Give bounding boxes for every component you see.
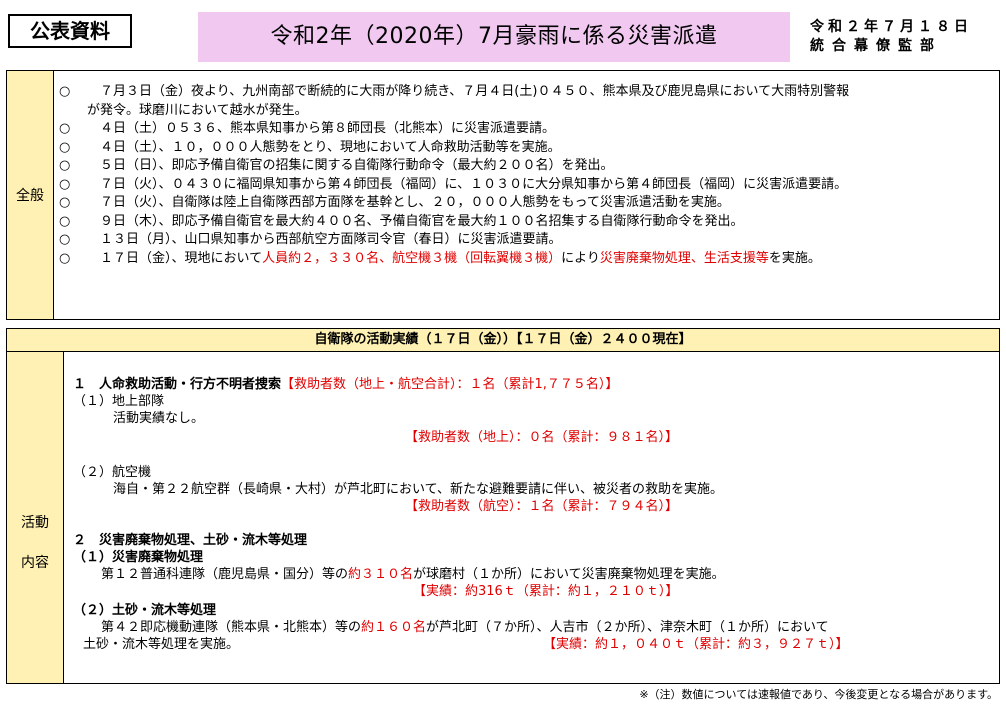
item-text: ４日（土）０５３６、熊本県知事から第８師団長（北熊本）に災害派遣要請。 — [87, 121, 556, 136]
sediment-removal-personnel: 約１６０名 — [361, 620, 427, 635]
waste-disposal-personnel: 約３１０名 — [348, 567, 414, 582]
circle-bullet-icon: ○ — [59, 195, 71, 210]
activity-section: 自衛隊の活動実績（１７日（金））【１７日（金）２４００現在】 活動 内容 １ 人… — [6, 328, 1000, 684]
ground-units-text: 活動実績なし。 — [113, 411, 205, 426]
rescue-section-heading: １ 人命救助活動・行方不明者捜索【救助者数（地上・航空合計）：１名（累計1,７７… — [73, 376, 618, 393]
circle-bullet-icon: ○ — [59, 158, 71, 173]
general-list-item: ○ １３日（月）、山口県知事から西部航空方面隊司令官（春日）に災害派遣要請。 — [59, 231, 989, 250]
general-list-item: ○ ９日（木）、即応予備自衛官を最大約４００名、予備自衛官を最大約１００名招集す… — [59, 213, 989, 232]
waste-disposal-result: 【実績：約316ｔ（累計：約１，２１０ｔ）】 — [413, 584, 679, 599]
ground-rescue-count: 【救助者数（地上）：０名（累計：９８１名）】 — [405, 430, 679, 445]
general-list-item: ○ ７日（火）、自衛隊は陸上自衛隊西部方面隊を基幹とし、２０，０００人態勢をもっ… — [59, 194, 989, 213]
waste-disposal-text-a: 第１２普通科連隊（鹿児島県・国分）等の — [101, 567, 349, 582]
item-text: ７日（火）、０４３０に福岡県知事から第４師団長（福岡）に、１０３０に大分県知事か… — [87, 176, 848, 192]
public-document-tag: 公表資料 — [8, 14, 132, 48]
sediment-removal-result: 【実績：約１，０４０ｔ（累計：約３，９２７ｔ）】 — [543, 637, 849, 652]
item-text: ７日（火）、自衛隊は陸上自衛隊西部方面隊を基幹とし、２０，０００人態勢をもって災… — [87, 195, 730, 210]
sediment-removal-text-a: 第４２即応機動連隊（熊本県・北熊本）等の — [101, 620, 362, 635]
item-text: ４日（土）、１０，０００人態勢をとり、現地において人命救助活動等を実施。 — [87, 139, 561, 155]
highlighted-text: 災害廃棄物処理、生活支援等 — [599, 250, 769, 266]
footnote: ※（注）数値については速報値であり、今後変更となる場合があります。 — [639, 688, 998, 701]
item-text: を実施。 — [768, 250, 821, 266]
waste-disposal-text-b: が球磨村（１か所）において災害廃棄物処理を実施。 — [413, 567, 725, 582]
rescue-total-count: 【救助者数（地上・航空合計）：１名（累計1,７７５名）】 — [281, 377, 619, 392]
activity-content: １ 人命救助活動・行方不明者捜索【救助者数（地上・航空合計）：１名（累計1,７７… — [67, 352, 997, 682]
item-text-continued: が発令。球磨川において越水が発生。 — [87, 102, 308, 118]
general-section: 全般 ○ ７月３日（金）夜より、九州南部で断続的に大雨が降り続き、７月４日(土)… — [6, 70, 1000, 320]
document-date: 令和２年７月１８日 — [810, 19, 972, 35]
general-label: 全般 — [7, 71, 54, 319]
sediment-removal-label: （２）土砂・流木等処理 — [73, 603, 217, 618]
highlighted-text: 人員約２，３３０名、航空機３機（回転翼機３機） — [262, 250, 562, 266]
item-text: ５日（日）、即応予備自衛官の招集に関する自衛隊行動命令（最大約２００名）を発出。 — [87, 158, 614, 173]
activity-side-label-bottom: 内容 — [21, 555, 49, 571]
rescue-section-title: １ 人命救助活動・行方不明者捜索 — [73, 377, 282, 392]
circle-bullet-icon: ○ — [59, 213, 71, 229]
activity-header: 自衛隊の活動実績（１７日（金））【１７日（金）２４００現在】 — [7, 329, 999, 352]
circle-bullet-icon: ○ — [59, 232, 71, 247]
sediment-removal-text-continued: 土砂・流木等処理を実施。 — [83, 637, 240, 652]
general-list-item: ○ １７日（金）、現地において人員約２，３３０名、航空機３機（回転翼機３機）によ… — [59, 250, 989, 269]
general-list-item: ○ ７月３日（金）夜より、九州南部で断続的に大雨が降り続き、７月４日(土)０４５… — [59, 83, 989, 120]
circle-bullet-icon: ○ — [59, 139, 71, 155]
item-text: １３日（月）、山口県知事から西部航空方面隊司令官（春日）に災害派遣要請。 — [87, 232, 562, 247]
general-list: ○ ７月３日（金）夜より、九州南部で断続的に大雨が降り続き、７月４日(土)０４５… — [59, 83, 989, 268]
sediment-removal-text: 第４２即応機動連隊（熊本県・北熊本）等の約１６０名が芦北町（７か所）、人吉市（２… — [101, 619, 829, 636]
circle-bullet-icon: ○ — [59, 121, 71, 136]
item-text: １７日（金）、現地において — [87, 250, 263, 266]
document-title: 令和2年（2020年）7月豪雨に係る災害派遣 — [198, 12, 790, 62]
activity-side-label: 活動 内容 — [7, 352, 64, 683]
aircraft-text: 海自・第２２航空群（長崎県・大村）が芦北町において、新たな避難要請に伴い、被災者… — [113, 482, 723, 497]
item-text: ７月３日（金）夜より、九州南部で断続的に大雨が降り続き、７月４日(土)０４５０、… — [87, 84, 850, 99]
circle-bullet-icon: ○ — [59, 176, 71, 192]
general-list-item: ○ ５日（日）、即応予備自衛官の招集に関する自衛隊行動命令（最大約２００名）を発… — [59, 157, 989, 176]
aircraft-rescue-count: 【救助者数（航空）：１名（累計：７９４名）】 — [405, 499, 679, 514]
issuing-organization: 統合幕僚監部 — [810, 38, 942, 54]
sediment-removal-text-b: が芦北町（７か所）、人吉市（２か所）、津奈木町（１か所）において — [426, 620, 829, 635]
activity-side-label-top: 活動 — [21, 515, 49, 531]
general-list-item: ○ ４日（土）、１０，０００人態勢をとり、現地において人命救助活動等を実施。 — [59, 139, 989, 158]
waste-disposal-label: （１）災害廃棄物処理 — [73, 550, 204, 565]
waste-disposal-text: 第１２普通科連隊（鹿児島県・国分）等の約３１０名が球磨村（１か所）において災害廃… — [101, 566, 725, 583]
circle-bullet-icon: ○ — [59, 84, 71, 99]
general-list-item: ○ ４日（土）０５３６、熊本県知事から第８師団長（北熊本）に災害派遣要請。 — [59, 120, 989, 139]
general-list-item: ○ ７日（火）、０４３０に福岡県知事から第４師団長（福岡）に、１０３０に大分県知… — [59, 176, 989, 195]
ground-units-label: （１）地上部隊 — [73, 394, 165, 409]
item-text: により — [561, 250, 600, 266]
circle-bullet-icon: ○ — [59, 250, 71, 266]
disposal-section-title: ２ 災害廃棄物処理、土砂・流木等処理 — [73, 533, 308, 548]
item-text: ９日（木）、即応予備自衛官を最大約４００名、予備自衛官を最大約１００名招集する自… — [87, 213, 744, 229]
aircraft-label: （２）航空機 — [73, 465, 152, 480]
